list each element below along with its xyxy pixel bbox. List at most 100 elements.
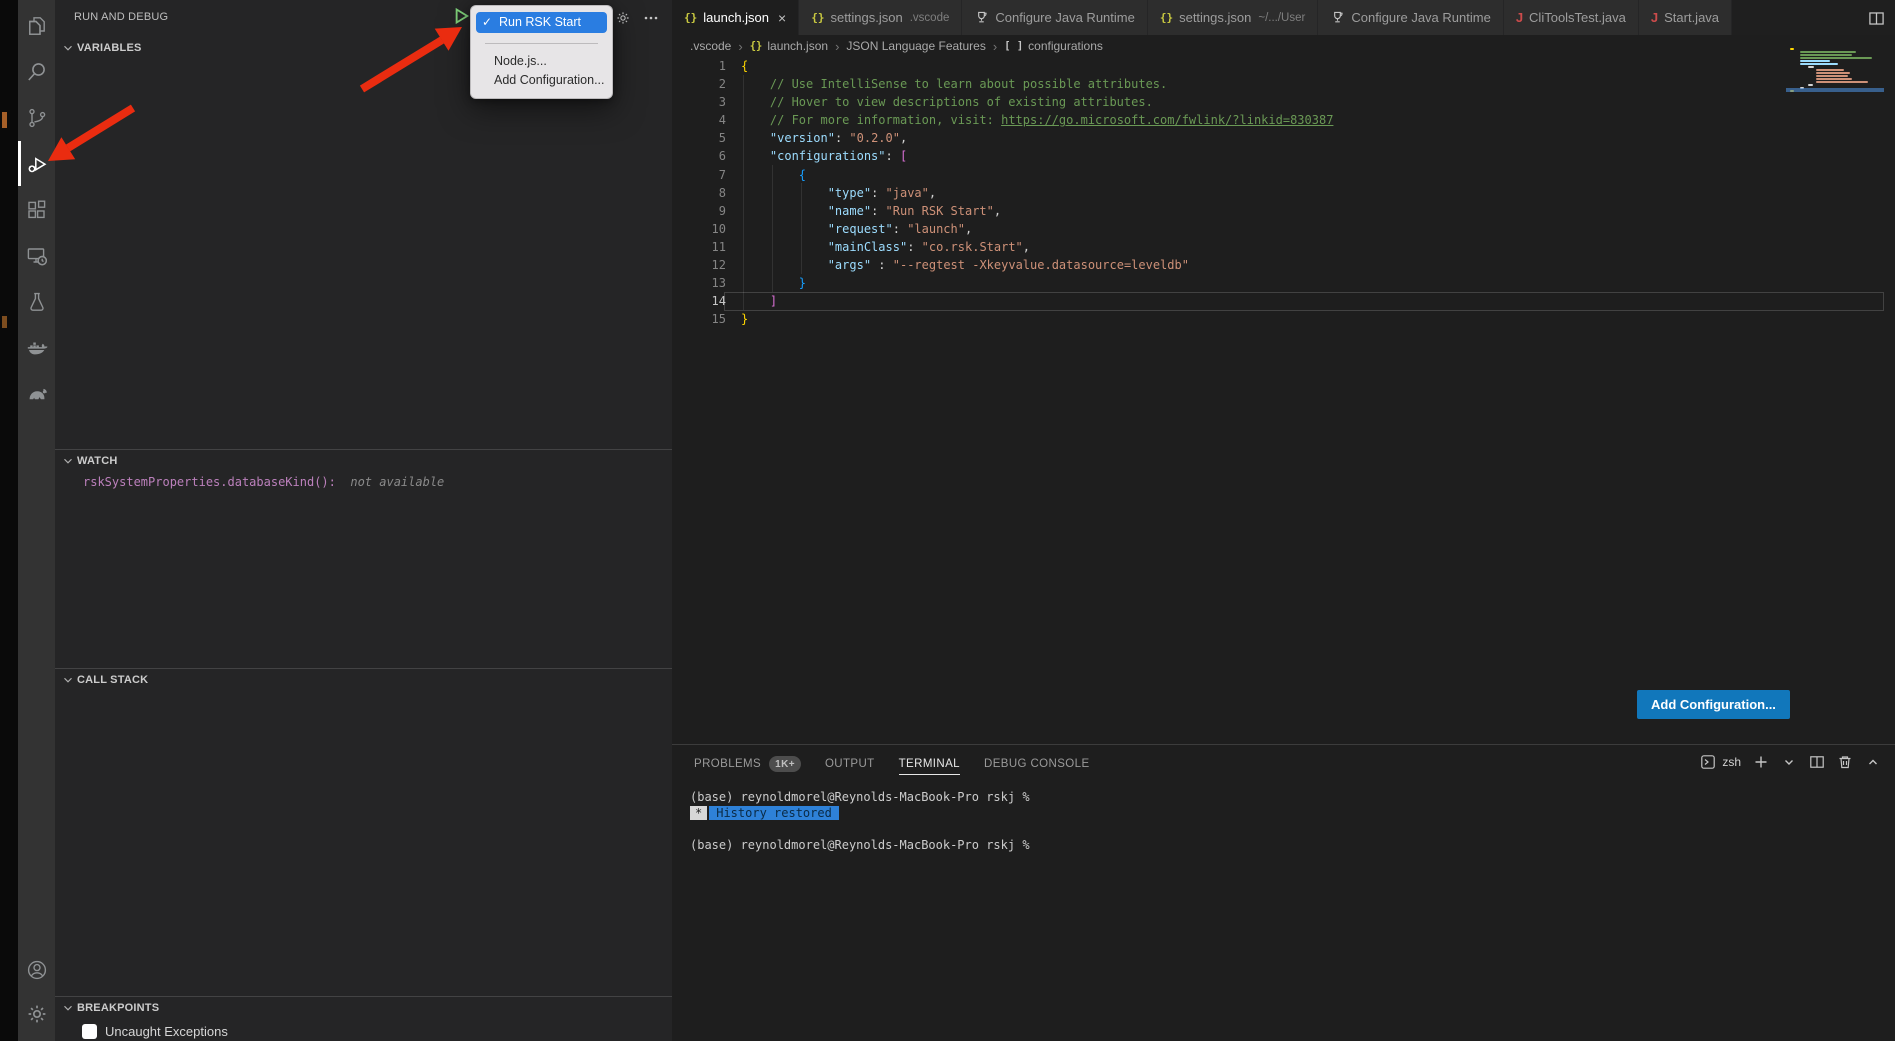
- tab-launch-json[interactable]: {}launch.json×: [672, 0, 799, 35]
- bottom-panel: PROBLEMS1K+ OUTPUT TERMINAL DEBUG CONSOLE z…: [672, 744, 1895, 1041]
- line-number: 2: [672, 75, 726, 93]
- code-line[interactable]: 3 // Hover to view descriptions of exist…: [672, 93, 1895, 111]
- code-line[interactable]: 7 {: [672, 166, 1895, 184]
- panel-tab-debug-console[interactable]: DEBUG CONSOLE: [984, 746, 1090, 782]
- breakpoints-section-header[interactable]: BREAKPOINTS: [55, 997, 672, 1018]
- watch-section-header[interactable]: WATCH: [55, 450, 672, 471]
- chevron-up-icon[interactable]: [1865, 754, 1881, 770]
- indent-guide: [743, 75, 744, 310]
- line-number: 9: [672, 202, 726, 220]
- activity-bar-bottom-group: [18, 949, 55, 1037]
- indent-guide: [772, 165, 773, 292]
- code-text: "request": "launch",: [726, 220, 972, 238]
- chevron-down-icon[interactable]: [1781, 754, 1797, 770]
- open-launch-json-gear-icon[interactable]: [613, 8, 633, 28]
- tab-label: settings.json: [1179, 10, 1251, 25]
- code-line[interactable]: 8 "type": "java",: [672, 184, 1895, 202]
- tab-configure-java-runtime[interactable]: Configure Java Runtime: [1318, 0, 1503, 35]
- add-configuration-button[interactable]: Add Configuration...: [1637, 690, 1790, 719]
- tab-clitoolstest-java[interactable]: JCliToolsTest.java: [1504, 0, 1639, 35]
- code-line[interactable]: 10 "request": "launch",: [672, 220, 1895, 238]
- code-line[interactable]: 6 "configurations": [: [672, 147, 1895, 165]
- line-number: 13: [672, 274, 726, 292]
- menu-item-run-rsk-start[interactable]: ✓Run RSK Start: [476, 12, 607, 33]
- code-line[interactable]: 15}: [672, 310, 1895, 328]
- activity-extensions[interactable]: [18, 188, 55, 234]
- code-text: "version": "0.2.0",: [726, 129, 907, 147]
- breadcrumb-label: .vscode: [690, 39, 731, 53]
- panel-tab-label: DEBUG CONSOLE: [984, 758, 1090, 770]
- line-number: 7: [672, 166, 726, 184]
- activity-accounts[interactable]: [18, 949, 55, 993]
- code-line[interactable]: 4 // For more information, visit: https:…: [672, 111, 1895, 129]
- debug-config-dropdown: ✓Run RSK Start Node.js...Add Configuratio…: [470, 5, 613, 99]
- panel-tab-terminal[interactable]: TERMINAL: [899, 746, 960, 782]
- code-line[interactable]: 11 "mainClass": "co.rsk.Start",: [672, 238, 1895, 256]
- tab-start-java[interactable]: JStart.java: [1639, 0, 1732, 35]
- activity-search[interactable]: [18, 50, 55, 96]
- code-line[interactable]: 5 "version": "0.2.0",: [672, 129, 1895, 147]
- breadcrumb-item[interactable]: [ ]configurations: [1004, 39, 1103, 53]
- code-line[interactable]: 13 }: [672, 274, 1895, 292]
- tab-label: CliToolsTest.java: [1529, 10, 1626, 25]
- activity-docker[interactable]: [18, 326, 55, 372]
- code-line[interactable]: 12 "args" : "--regtest -Xkeyvalue.dataso…: [672, 256, 1895, 274]
- tab-detail: .vscode: [910, 12, 950, 24]
- line-number: 1: [672, 57, 726, 75]
- minimap-line: [1800, 57, 1872, 59]
- close-icon[interactable]: ×: [778, 11, 786, 25]
- breadcrumb-separator: ›: [835, 39, 839, 54]
- split-icon[interactable]: [1809, 754, 1825, 770]
- split-editor-icon[interactable]: [1865, 7, 1887, 29]
- call-stack-section-header[interactable]: CALL STACK: [55, 669, 672, 690]
- breakpoint-item[interactable]: Uncaught Exceptions: [55, 1018, 672, 1039]
- terminal-instance-chip[interactable]: zsh: [1700, 754, 1741, 770]
- line-number: 10: [672, 220, 726, 238]
- code-text: }: [726, 310, 748, 328]
- line-number: 11: [672, 238, 726, 256]
- activity-source-control[interactable]: [18, 96, 55, 142]
- menu-item-node-js-[interactable]: Node.js...: [471, 52, 612, 71]
- terminal-line: *History restored: [690, 805, 1885, 821]
- breadcrumb-separator: ›: [993, 39, 997, 54]
- minimap[interactable]: [1790, 48, 1882, 93]
- line-number: 12: [672, 256, 726, 274]
- watch-expression-row[interactable]: rskSystemProperties.databaseKind(): not …: [55, 471, 672, 489]
- panel-tab-output[interactable]: OUTPUT: [825, 746, 875, 782]
- panel-tab-problems[interactable]: PROBLEMS1K+: [694, 744, 801, 784]
- watch-section: WATCH rskSystemProperties.databaseKind()…: [55, 449, 672, 489]
- activity-remote-explorer[interactable]: [18, 234, 55, 280]
- terminal-output[interactable]: (base) reynoldmorel@Reynolds-MacBook-Pro…: [690, 789, 1885, 853]
- breadcrumb-item[interactable]: {}launch.json: [750, 39, 828, 53]
- code-line[interactable]: 2 // Use IntelliSense to learn about pos…: [672, 75, 1895, 93]
- activity-gradle[interactable]: [18, 372, 55, 418]
- views-more-actions-icon[interactable]: [641, 8, 661, 28]
- panel-tab-bar: PROBLEMS1K+ OUTPUT TERMINAL DEBUG CONSOLE: [694, 745, 1090, 783]
- editor-group: {}launch.json×{}settings.json.vscodeConf…: [672, 0, 1895, 744]
- terminal-line: [690, 821, 1885, 837]
- menu-item-add-configuration-[interactable]: Add Configuration...: [471, 71, 612, 90]
- tab-settings-json[interactable]: {}settings.json.vscode: [799, 0, 962, 35]
- activity-testing[interactable]: [18, 280, 55, 326]
- breakpoint-checkbox[interactable]: [82, 1024, 97, 1039]
- cup-icon: [1330, 10, 1345, 25]
- tab-settings-json[interactable]: {}settings.json~/.../User: [1148, 0, 1319, 35]
- line-number: 8: [672, 184, 726, 202]
- breadcrumb-item[interactable]: JSON Language Features: [846, 39, 985, 53]
- activity-explorer[interactable]: [18, 4, 55, 50]
- line-number: 15: [672, 310, 726, 328]
- code-line[interactable]: 1{: [672, 57, 1895, 75]
- breadcrumb-item[interactable]: .vscode: [690, 39, 731, 53]
- minimap-line: [1808, 66, 1814, 68]
- json-icon: {}: [811, 11, 824, 24]
- code-line[interactable]: 9 "name": "Run RSK Start",: [672, 202, 1895, 220]
- code-text: // Hover to view descriptions of existin…: [726, 93, 1153, 111]
- tab-configure-java-runtime[interactable]: Configure Java Runtime: [962, 0, 1147, 35]
- activity-settings[interactable]: [18, 993, 55, 1037]
- trash-icon[interactable]: [1837, 754, 1853, 770]
- run-and-debug-icon: [25, 152, 49, 179]
- activity-run-and-debug[interactable]: [18, 142, 55, 188]
- remote-explorer-icon: [25, 244, 49, 271]
- plus-icon[interactable]: [1753, 754, 1769, 770]
- background-fragment: [2, 112, 7, 128]
